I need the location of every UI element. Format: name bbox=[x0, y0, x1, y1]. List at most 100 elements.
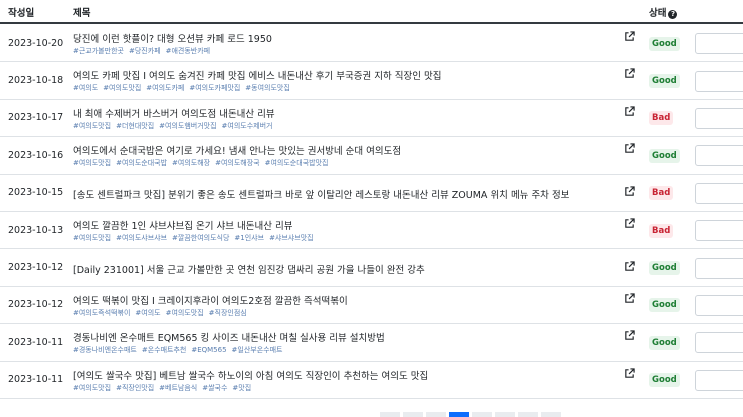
tag-link[interactable]: #일산부온수매트 bbox=[232, 346, 283, 354]
pagination-item[interactable] bbox=[426, 412, 446, 417]
external-link-icon[interactable] bbox=[624, 218, 635, 229]
row-tags: #경동나비엔온수매트 #온수매트추천 #EQM565 #일산부온수매트 bbox=[73, 345, 288, 355]
tag-link[interactable]: #여의도순대국밥맛집 bbox=[265, 159, 329, 167]
row-date: 2023-10-16 bbox=[8, 149, 64, 161]
row-tags: #여의도 #여의도맛집 #여의도카페 #여의도카페맛집 #동여의도맛집 bbox=[73, 83, 295, 93]
tag-link[interactable]: #여의도샤브샤브 bbox=[116, 234, 167, 242]
tag-link[interactable]: #근교가볼만한곳 bbox=[73, 47, 124, 55]
row-title-link[interactable]: 여의도 깔끔한 1인 샤브샤브집 온기 샤브 내돈내산 리뷰 bbox=[73, 218, 292, 232]
row-date: 2023-10-17 bbox=[8, 112, 64, 124]
tag-link[interactable]: #여의도즉석떡볶이 bbox=[73, 309, 130, 317]
tag-link[interactable]: #여의도수제버거 bbox=[222, 122, 273, 130]
row-input[interactable] bbox=[695, 70, 743, 92]
row-title-link[interactable]: 여의도 떡볶이 맛집 I 크레이지후라이 여의도2호점 깔끔한 즉석떡볶이 bbox=[73, 293, 348, 307]
row-date: 2023-10-12 bbox=[8, 262, 64, 274]
row-input[interactable] bbox=[695, 182, 743, 204]
row-input[interactable] bbox=[695, 220, 743, 242]
row-title-link[interactable]: [송도 센트럴파크 맛집] 분위기 좋은 송도 센트럴파크 바로 앞 이탈리안 … bbox=[73, 187, 569, 201]
tag-link[interactable]: #여의도카페맛집 bbox=[189, 84, 240, 92]
table-row: 2023-10-17 내 최애 수제버거 바스버거 여의도점 내돈내산 리뷰 #여의… bbox=[0, 100, 743, 138]
status-badge: Bad bbox=[649, 186, 674, 201]
row-input[interactable] bbox=[695, 107, 743, 129]
tag-link[interactable]: #애견동반카페 bbox=[166, 47, 211, 55]
row-title-link[interactable]: 내 최애 수제버거 바스버거 여의도점 내돈내산 리뷰 bbox=[73, 106, 275, 120]
table-row: 2023-10-15 [송도 센트럴파크 맛집] 분위기 좋은 송도 센트럴파크 … bbox=[0, 175, 743, 212]
row-input[interactable] bbox=[695, 294, 743, 316]
row-tags: #여의도즉석떡볶이 #여의도 #여의도맛집 #직장인점심 bbox=[73, 308, 252, 318]
tag-link[interactable]: #여의도맛집 bbox=[73, 122, 111, 130]
tag-link[interactable]: #더현대맛집 bbox=[116, 122, 154, 130]
tag-link[interactable]: #경동나비엔온수매트 bbox=[73, 346, 137, 354]
pagination-item[interactable] bbox=[403, 412, 423, 417]
tag-link[interactable]: #여의도 bbox=[135, 309, 160, 317]
table-row: 2023-10-12 [Daily 231001] 서울 근교 가볼만한 곳 연천… bbox=[0, 249, 743, 287]
tag-link[interactable]: #EQM565 bbox=[191, 346, 226, 354]
pagination-item[interactable] bbox=[541, 412, 561, 417]
row-input[interactable] bbox=[695, 33, 743, 55]
row-input[interactable] bbox=[695, 369, 743, 391]
table-row: 2023-10-16 여의도에서 순대국밥은 여기로 가세요! 냄새 안나는 맛있… bbox=[0, 137, 743, 175]
pagination-item[interactable] bbox=[472, 412, 492, 417]
column-header-status: 상태? bbox=[649, 5, 678, 19]
tag-link[interactable]: #여의도맛집 bbox=[73, 159, 111, 167]
row-date: 2023-10-18 bbox=[8, 75, 64, 87]
tag-link[interactable]: #여의도 bbox=[73, 84, 98, 92]
tag-link[interactable]: #여의도햄버거맛집 bbox=[159, 122, 216, 130]
status-badge: Bad bbox=[649, 111, 674, 126]
tag-link[interactable]: #온수매트추천 bbox=[142, 346, 187, 354]
row-title-link[interactable]: 여의도 카페 맛집 I 여의도 숨겨진 카페 맛집 에비스 내돈내산 후기 부국… bbox=[73, 68, 441, 82]
row-input[interactable] bbox=[695, 145, 743, 167]
tag-link[interactable]: #직장인점심 bbox=[209, 309, 247, 317]
tag-link[interactable]: #깔끔한여의도식당 bbox=[172, 234, 229, 242]
external-link-icon[interactable] bbox=[624, 186, 635, 197]
external-link-icon[interactable] bbox=[624, 143, 635, 154]
row-date: 2023-10-11 bbox=[8, 336, 64, 348]
status-badge: Good bbox=[649, 298, 680, 313]
tag-link[interactable]: #여의도맛집 bbox=[73, 384, 111, 392]
question-circle-icon[interactable]: ? bbox=[668, 10, 678, 19]
status-badge: Bad bbox=[649, 223, 674, 238]
external-link-icon[interactable] bbox=[624, 261, 635, 272]
tag-link[interactable]: #여의도맛집 bbox=[73, 234, 111, 242]
row-tags: #여의도맛집 #더현대맛집 #여의도햄버거맛집 #여의도수제버거 bbox=[73, 121, 278, 131]
status-badge: Good bbox=[649, 335, 680, 350]
row-tags: #근교가볼만한곳 #당진카페 #애견동반카페 bbox=[73, 46, 215, 56]
tag-link[interactable]: #직장인맛집 bbox=[116, 384, 154, 392]
table-header: 작성일 제목 상태? bbox=[0, 0, 743, 24]
external-link-icon[interactable] bbox=[624, 293, 635, 304]
row-title-link[interactable]: [여의도 쌀국수 맛집] 베트남 쌀국수 하노이의 아침 여의도 직장인이 추천… bbox=[73, 368, 428, 382]
external-link-icon[interactable] bbox=[624, 330, 635, 341]
row-input[interactable] bbox=[695, 332, 743, 354]
tag-link[interactable]: #베트남음식 bbox=[159, 384, 197, 392]
status-badge: Good bbox=[649, 36, 680, 51]
tag-link[interactable]: #여의도카페 bbox=[146, 84, 184, 92]
status-badge: Good bbox=[649, 74, 680, 89]
external-link-icon[interactable] bbox=[624, 106, 635, 117]
tag-link[interactable]: #쌀국수 bbox=[202, 384, 227, 392]
pagination-item-active[interactable] bbox=[449, 412, 469, 417]
tag-link[interactable]: #여의도맛집 bbox=[166, 309, 204, 317]
status-badge: Good bbox=[649, 148, 680, 163]
pagination-item[interactable] bbox=[495, 412, 515, 417]
external-link-icon[interactable] bbox=[624, 31, 635, 42]
row-title-link[interactable]: 당진에 이런 핫플이? 대형 오션뷰 카페 로드 1950 bbox=[73, 31, 272, 45]
table-row: 2023-10-20 당진에 이런 핫플이? 대형 오션뷰 카페 로드 1950 #… bbox=[0, 25, 743, 63]
row-title-link[interactable]: 경동나비엔 온수매트 EQM565 킹 사이즈 내돈내산 며칠 실사용 리뷰 설… bbox=[73, 330, 385, 344]
row-title-link[interactable]: 여의도에서 순대국밥은 여기로 가세요! 냄새 안나는 맛있는 권서방네 순대 … bbox=[73, 143, 401, 157]
tag-link[interactable]: #당진카페 bbox=[129, 47, 161, 55]
pagination-item[interactable] bbox=[518, 412, 538, 417]
tag-link[interactable]: #여의도해장국 bbox=[215, 159, 260, 167]
table-row: 2023-10-11 경동나비엔 온수매트 EQM565 킹 사이즈 내돈내산 며… bbox=[0, 324, 743, 362]
external-link-icon[interactable] bbox=[624, 68, 635, 79]
row-title-link[interactable]: [Daily 231001] 서울 근교 가볼만한 곳 연천 임진강 댑싸리 공… bbox=[73, 262, 425, 276]
tag-link[interactable]: #1인샤브 bbox=[234, 234, 264, 242]
tag-link[interactable]: #여의도해장 bbox=[172, 159, 210, 167]
tag-link[interactable]: #여의도맛집 bbox=[103, 84, 141, 92]
pagination-item[interactable] bbox=[380, 412, 400, 417]
tag-link[interactable]: #여의도순대국밥 bbox=[116, 159, 167, 167]
tag-link[interactable]: #샤브샤브맛집 bbox=[269, 234, 314, 242]
external-link-icon[interactable] bbox=[624, 367, 635, 379]
tag-link[interactable]: #맛집 bbox=[232, 384, 251, 392]
row-input[interactable] bbox=[695, 257, 743, 279]
tag-link[interactable]: #동여의도맛집 bbox=[245, 84, 290, 92]
